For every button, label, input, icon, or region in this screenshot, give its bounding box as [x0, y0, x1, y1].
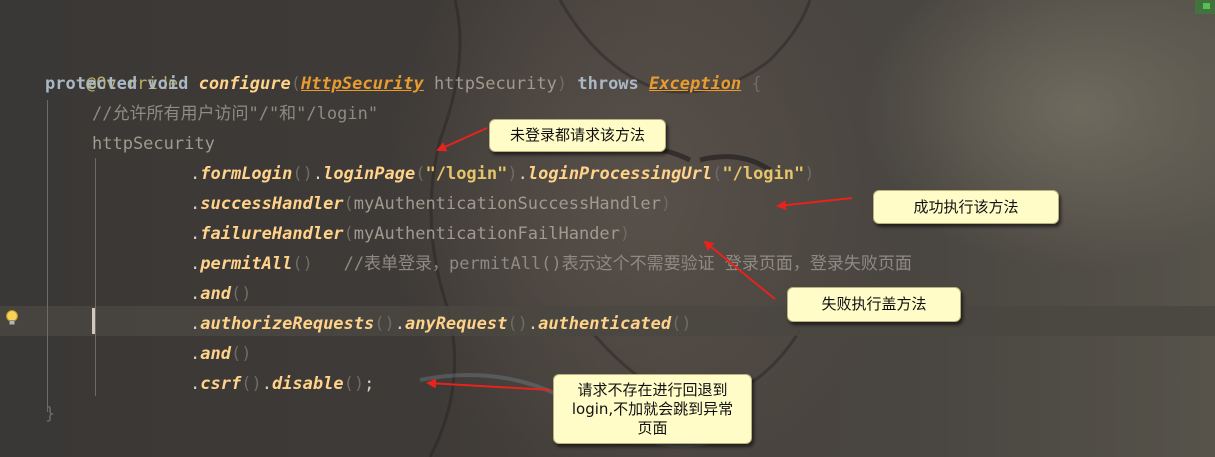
- callout-csrf: 请求不存在进行回退到 login,不加就会跳到异常 页面: [553, 374, 752, 444]
- callout-text: 页面: [637, 418, 668, 437]
- callout-not-logged-in: 未登录都请求该方法: [489, 119, 666, 152]
- callout-text: 请求不存在进行回退到: [577, 380, 728, 399]
- callout-failure: 失败执行盖方法: [787, 287, 961, 322]
- callout-success: 成功执行该方法: [873, 190, 1059, 224]
- arrow-failure: [703, 240, 776, 300]
- callout-text: login,不加就会跳到异常: [571, 399, 734, 418]
- arrow-success: [776, 197, 853, 211]
- callout-text: 成功执行该方法: [913, 197, 1019, 216]
- callout-text: 未登录都请求该方法: [509, 126, 645, 144]
- arrow-not-logged-in: [436, 127, 488, 152]
- callout-text: 失败执行盖方法: [821, 295, 927, 313]
- arrow-csrf: [426, 378, 552, 391]
